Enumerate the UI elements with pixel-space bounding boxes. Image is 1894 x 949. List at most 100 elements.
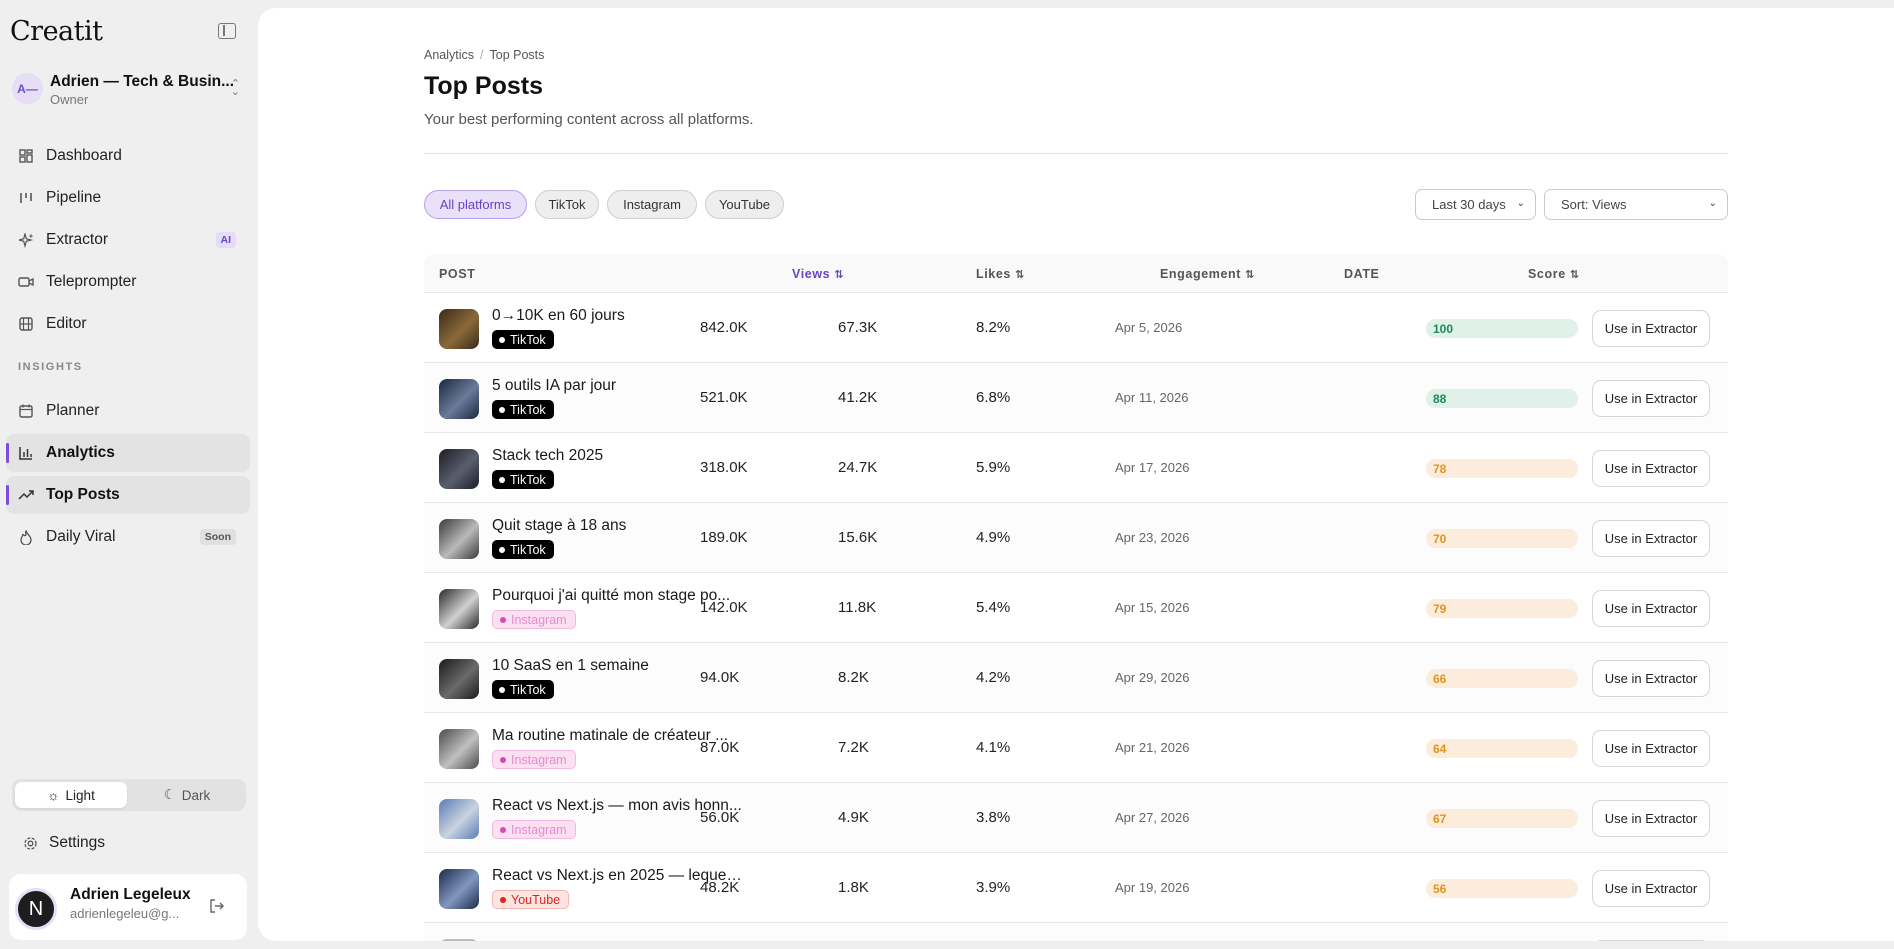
date-value: Apr 19, 2026	[1115, 880, 1190, 895]
platform-badge: Instagram	[492, 750, 576, 769]
engagement-value: 3.9%	[976, 879, 1011, 896]
column-header-likes[interactable]: Likes ⇅	[976, 267, 1025, 281]
date-range-value: Last 30 days	[1432, 197, 1506, 212]
sidebar-item-teleprompter[interactable]: Teleprompter	[6, 263, 250, 301]
theme-toggle: ☼ Light ☾ Dark	[12, 779, 246, 811]
score-badge: 64	[1426, 739, 1578, 758]
use-in-extractor-button[interactable]: Use in Extractor	[1592, 590, 1710, 627]
workspace-avatar: A—	[12, 73, 43, 104]
use-in-extractor-button[interactable]: Use in Extractor	[1592, 800, 1710, 837]
filter-chip-youtube[interactable]: YouTube	[705, 190, 784, 219]
use-in-extractor-button[interactable]: Use in Extractor	[1592, 450, 1710, 487]
theme-dark-label: Dark	[181, 787, 211, 803]
sort-select[interactable]: Sort: Views ⌄	[1544, 189, 1728, 220]
sidebar-item-analytics[interactable]: Analytics	[6, 434, 250, 472]
post-thumbnail	[439, 869, 479, 909]
calendar-icon	[18, 403, 34, 419]
table-row[interactable]: Ma routine matinale de créateur ... Inst…	[424, 713, 1728, 783]
table-row[interactable]: 5 outils IA par jour TikTok 521.0K 41.2K…	[424, 363, 1728, 433]
date-value: Apr 27, 2026	[1115, 810, 1190, 825]
views-value: 318.0K	[700, 459, 748, 476]
theme-light-button[interactable]: ☼ Light	[15, 782, 127, 808]
filter-chip-tiktok[interactable]: TikTok	[535, 190, 599, 219]
use-in-extractor-button[interactable]: Use in Extractor	[1592, 870, 1710, 907]
table-row[interactable]: Pourquoi j'ai quitté mon stage po... Ins…	[424, 573, 1728, 643]
sidebar-item-dashboard[interactable]: Dashboard	[6, 137, 250, 175]
score-badge: 79	[1426, 599, 1578, 618]
settings-button[interactable]: Settings	[6, 824, 250, 862]
workspace-switcher[interactable]: A— Adrien — Tech & Busin... Owner ⌃ ⌄	[12, 70, 244, 110]
table-row[interactable]: React vs Next.js en 2025 — lequel ... Yo…	[424, 853, 1728, 923]
post-thumbnail	[439, 659, 479, 699]
column-header-score[interactable]: Score ⇅	[1528, 267, 1580, 281]
engagement-value: 4.2%	[976, 669, 1011, 686]
sidebar-item-extractor[interactable]: Extractor AI	[6, 221, 250, 259]
date-value: Apr 17, 2026	[1115, 460, 1190, 475]
table-row[interactable]: Stack tech 2025 TikTok 318.0K 24.7K 5.9%…	[424, 433, 1728, 503]
engagement-value: 6.8%	[976, 389, 1011, 406]
table-row[interactable]: 0→10K en 60 jours TikTok 842.0K 67.3K 8.…	[424, 293, 1728, 363]
date-value: Apr 21, 2026	[1115, 740, 1190, 755]
user-email: adrienlegeleu@g...	[70, 906, 180, 921]
sidebar-collapse-icon[interactable]	[218, 23, 236, 39]
views-value: 48.2K	[700, 879, 740, 896]
settings-label: Settings	[49, 834, 106, 851]
breadcrumb-link[interactable]: Analytics	[424, 48, 474, 62]
table-row[interactable]: React vs Next.js — mon avis honn... Inst…	[424, 783, 1728, 853]
column-header-views[interactable]: Views ⇅	[792, 267, 844, 281]
likes-value: 41.2K	[838, 389, 878, 406]
likes-value: 15.6K	[838, 529, 878, 546]
gear-icon	[22, 835, 38, 851]
views-value: 142.0K	[700, 599, 748, 616]
main-panel: Analytics / Top Posts Top Posts Your best …	[258, 8, 1894, 941]
date-range-select[interactable]: Last 30 days ⌄	[1415, 189, 1536, 220]
table-row[interactable]: 10 SaaS en 1 semaine TikTok 94.0K 8.2K 4…	[424, 643, 1728, 713]
sidebar-item-planner[interactable]: Planner	[6, 392, 250, 430]
workspace-role: Owner	[50, 92, 89, 107]
sidebar-item-label: Extractor	[46, 231, 109, 248]
platform-badge: YouTube	[492, 890, 570, 909]
platform-badge: TikTok	[492, 330, 554, 349]
views-value: 94.0K	[700, 669, 740, 686]
sidebar-item-daily-viral[interactable]: Daily Viral Soon	[6, 518, 250, 556]
filter-chip-all[interactable]: All platforms	[424, 190, 527, 219]
sidebar-item-top-posts[interactable]: Top Posts	[6, 476, 250, 514]
table-header: POST Views ⇅ Likes ⇅ Engagement ⇅ DATE Scor…	[424, 254, 1728, 293]
sort-icon: ⇅	[834, 269, 845, 281]
platform-dot-icon	[499, 546, 505, 553]
views-value: 521.0K	[700, 389, 748, 406]
logout-icon[interactable]	[209, 898, 225, 919]
filter-chip-instagram[interactable]: Instagram	[607, 190, 697, 219]
sparkles-icon	[18, 232, 34, 248]
platform-dot-icon	[499, 336, 505, 343]
chevron-updown-icon: ⌃ ⌄	[230, 78, 240, 98]
platform-dot-icon	[500, 826, 506, 833]
use-in-extractor-button[interactable]: Use in Extractor	[1592, 730, 1710, 767]
sidebar-item-label: Pipeline	[46, 189, 102, 206]
page-title: Top Posts	[424, 72, 543, 100]
post-thumbnail	[439, 309, 479, 349]
sun-icon: ☼	[47, 787, 60, 803]
platform-dot-icon	[499, 686, 505, 693]
sidebar: Creatit A— Adrien — Tech & Busin... Owne…	[0, 0, 258, 949]
use-in-extractor-button[interactable]: Use in Extractor	[1592, 660, 1710, 697]
platform-dot-icon	[500, 756, 506, 763]
film-icon	[18, 316, 34, 332]
user-card: N Adrien Legeleux adrienlegeleu@g...	[9, 874, 247, 940]
use-in-extractor-button[interactable]: Use in Extractor	[1592, 380, 1710, 417]
app-logo[interactable]: Creatit	[10, 16, 103, 47]
sidebar-item-label: Planner	[46, 402, 100, 419]
platform-dot-icon	[500, 616, 506, 623]
column-header-post: POST	[439, 267, 476, 281]
use-in-extractor-button[interactable]: Use in Extractor	[1592, 520, 1710, 557]
platform-dot-icon	[499, 406, 505, 413]
column-header-engagement[interactable]: Engagement ⇅	[1160, 267, 1255, 281]
theme-dark-button[interactable]: ☾ Dark	[131, 782, 243, 808]
sidebar-item-editor[interactable]: Editor	[6, 305, 250, 343]
avatar[interactable]: N	[15, 888, 57, 930]
table-row[interactable]: Quit stage à 18 ans TikTok 189.0K 15.6K …	[424, 503, 1728, 573]
date-value: Apr 5, 2026	[1115, 320, 1183, 335]
chevron-down-icon: ⌄	[1708, 198, 1717, 209]
use-in-extractor-button[interactable]: Use in Extractor	[1592, 310, 1710, 347]
sidebar-item-pipeline[interactable]: Pipeline	[6, 179, 250, 217]
